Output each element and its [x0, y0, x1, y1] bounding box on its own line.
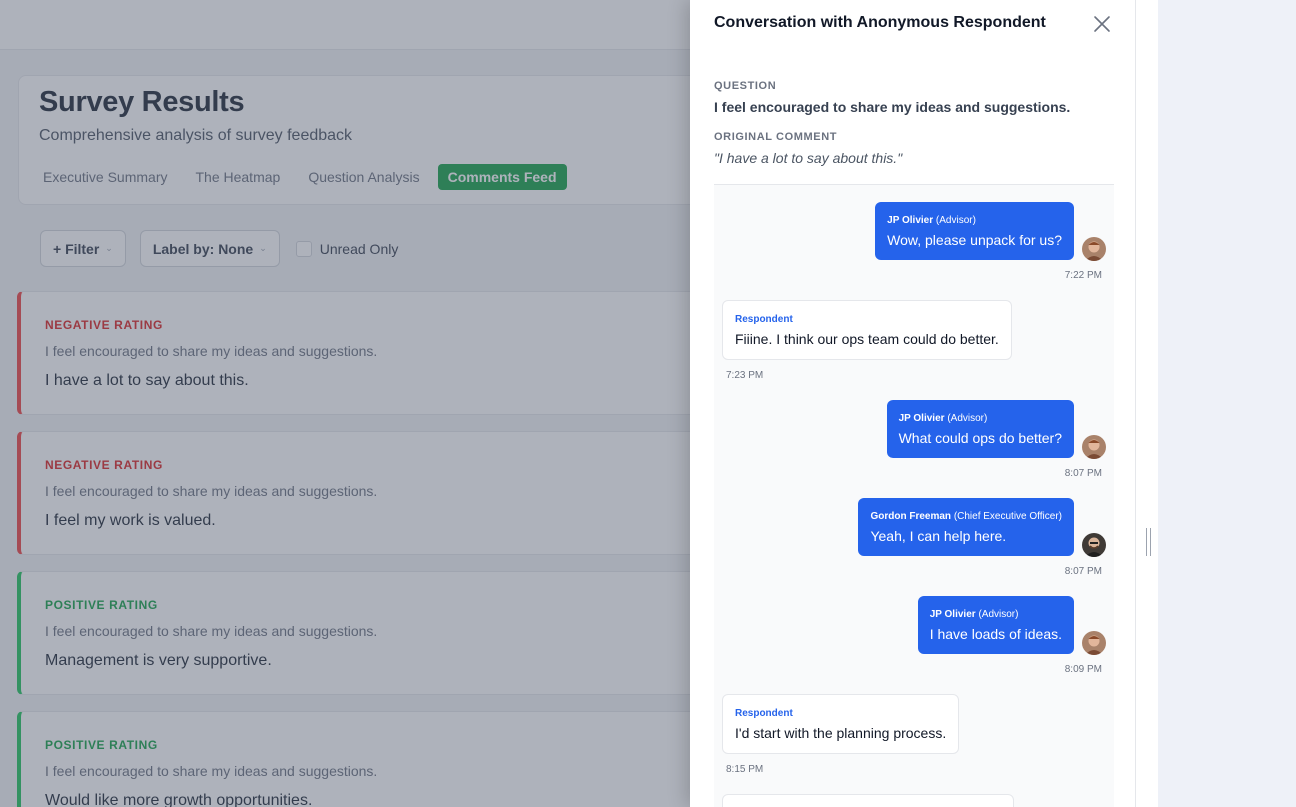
question-text: I feel encouraged to share my ideas and …	[714, 99, 1071, 115]
question-label: QUESTION	[714, 80, 777, 92]
message-bubble: Gordon Freeman (Chief Executive Officer)…	[858, 498, 1074, 556]
message-thread[interactable]: JP Olivier (Advisor) Wow, please unpack …	[714, 184, 1114, 807]
message-bubble: Respondent I'd start with the planning p…	[722, 694, 960, 754]
avatar	[1082, 237, 1106, 261]
message-role: (Advisor)	[978, 609, 1019, 620]
message-text: Fiiine. I think our ops team could do be…	[735, 331, 999, 347]
message-bubble: Respondent Fiiine. I think our ops team …	[722, 300, 1012, 360]
close-icon	[1094, 16, 1110, 32]
avatar	[1082, 435, 1106, 459]
message-author: Respondent	[735, 314, 793, 325]
avatar	[1082, 631, 1106, 655]
message-author: JP Olivier	[887, 215, 934, 226]
message-text: Yeah, I can help here.	[870, 528, 1007, 544]
chat-message: JP Olivier (Advisor) I have loads of ide…	[917, 596, 1074, 654]
message-time: 8:15 PM	[726, 764, 764, 775]
message-bubble: JP Olivier (Advisor) Wow, please unpack …	[875, 202, 1074, 260]
message-author: Gordon Freeman	[870, 511, 952, 522]
drawer-resize-handle[interactable]	[1135, 0, 1158, 807]
message-time: 8:07 PM	[1064, 566, 1102, 577]
chat-message: JP Olivier (Advisor) What could ops do b…	[886, 400, 1074, 458]
chat-message: Gordon Freeman (Chief Executive Officer)…	[858, 498, 1074, 556]
message-author: Respondent	[735, 708, 793, 719]
message-text: Wow, please unpack for us?	[887, 232, 1062, 248]
message-role: (Advisor)	[935, 215, 976, 226]
message-time: 7:22 PM	[1064, 270, 1102, 281]
message-time: 8:07 PM	[1064, 468, 1102, 479]
chat-message: Respondent Fiiine. I think our ops team …	[722, 300, 1012, 360]
conversation-drawer: Conversation with Anonymous Respondent Q…	[690, 0, 1135, 807]
original-comment-label: ORIGINAL COMMENT	[714, 131, 838, 143]
original-comment-text: "I have a lot to say about this."	[714, 150, 903, 166]
message-role: (Chief Executive Officer)	[953, 511, 1062, 522]
message-bubble: JP Olivier (Advisor) I have loads of ide…	[917, 596, 1074, 654]
message-time: 8:09 PM	[1064, 664, 1102, 675]
message-role: (Advisor)	[947, 413, 988, 424]
message-text: I have loads of ideas.	[929, 626, 1062, 642]
grip-icon[interactable]	[1146, 528, 1151, 556]
message-bubble: JP Olivier (Advisor) What could ops do b…	[886, 400, 1074, 458]
avatar	[1082, 533, 1106, 557]
chat-message: Respondent I'd start with the planning p…	[722, 694, 960, 754]
chat-message	[722, 794, 1014, 807]
chat-message: JP Olivier (Advisor) Wow, please unpack …	[875, 202, 1074, 260]
message-text: What could ops do better?	[898, 430, 1062, 446]
drawer-title: Conversation with Anonymous Respondent	[714, 14, 1046, 31]
message-text: I'd start with the planning process.	[735, 725, 947, 741]
close-button[interactable]	[1092, 14, 1112, 34]
message-author: JP Olivier	[929, 609, 976, 620]
message-author: JP Olivier	[898, 413, 945, 424]
message-time: 7:23 PM	[726, 370, 764, 381]
